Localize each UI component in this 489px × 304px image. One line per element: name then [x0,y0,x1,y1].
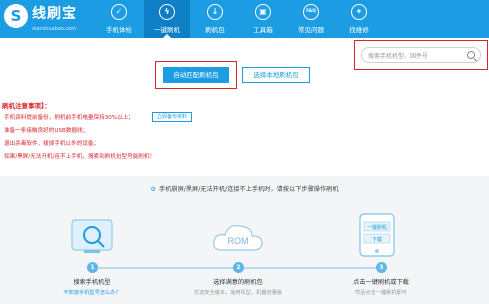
nav-item-flash-package[interactable]: ↓ 刷机包 [192,0,238,38]
rom-cloud-icon: ROM [213,225,263,251]
nav-item-label: 工具箱 [253,26,273,34]
nav-item-label: 手机体检 [106,26,132,34]
note-item: 手机资料提前备份，刷机前手机电量保持30%以上； [4,115,134,121]
search-icon[interactable] [467,51,475,59]
phone-check-icon: ✓ [111,4,127,20]
auto-match-highlight-box: 自动匹配刷机包 [155,61,237,89]
step-title: 选择满意的刷机包 [213,279,263,286]
auto-match-button[interactable]: 自动匹配刷机包 [163,67,229,83]
flash-guide-section: ⚙ 手机崩屏/黑屏/无法开机/连接不上手机时，请按以下步骤操作刷机 ROM 一键刷… [0,176,489,304]
step-number: 3 [376,262,387,273]
flash-label: 一键刷机 [367,224,387,231]
phone-search-icon [71,219,113,253]
note-item: 准备一条接触良好的USB数据线； [4,128,89,134]
nav-item-toolbox[interactable]: ▣ 工具箱 [240,0,286,38]
search-placeholder: 搜索手机机型、固件号 [368,53,429,60]
step-subtitle: 优选安全版本，适用机型，机器容量版 [193,290,283,296]
phone-flash-icon: 一键刷机 下载 [359,213,395,257]
lightning-icon: ϟ [159,4,175,20]
brand-domain: xianshuabao.com [32,26,77,32]
nav-item-label: 找维修 [349,26,369,34]
guide-title: 手机崩屏/黑屏/无法开机/连接不上手机时，请按以下步骤操作刷机 [159,186,339,193]
guide-title-row: ⚙ 手机崩屏/黑屏/无法开机/连接不上手机时，请按以下步骤操作刷机 [0,184,489,193]
note-item: 如果/黑屏/无法开机/连不上手机，搜索到刷机包型号能刷机！ [4,154,156,160]
logo-mark-icon: S [4,4,28,28]
step-number: 1 [87,262,98,273]
repair-icon: ✦ [351,4,367,20]
nav-item-label: 一键刷机 [154,26,180,34]
toolbox-icon: ▣ [255,4,271,20]
nav-item-label: 常见问题 [298,26,324,34]
package-icon: ↓ [207,4,223,20]
nav-item-repair[interactable]: ✦ 找维修 [336,0,382,38]
step-number: 2 [233,262,244,273]
model-help-link[interactable]: 不知道手机型号怎么办？ [37,289,147,296]
nav-item-faq[interactable]: FAQ 常见问题 [288,0,334,38]
gear-icon: ⚙ [150,186,157,193]
nav-item-label: 刷机包 [205,26,225,34]
step-title: 搜索手机机型 [73,279,111,286]
faq-icon: FAQ [303,4,319,20]
search-input[interactable]: 搜索手机机型、固件号 [361,47,481,63]
local-package-button[interactable]: 选择本地刷机包 [242,67,310,83]
top-nav-bar: S 线刷宝 xianshuabao.com ✓ 手机体检 ϟ 一键刷机 ↓ 刷机… [0,0,489,38]
brand-name: 线刷宝 [32,6,77,22]
nav-item-one-click-flash[interactable]: ϟ 一键刷机 [144,0,190,38]
backup-button[interactable]: 立即备份资料 [152,112,192,122]
download-label: 下载 [372,236,382,243]
step-subtitle: 然后点击一键刷机即可 [355,290,407,296]
nav-item-phone-check[interactable]: ✓ 手机体检 [96,0,142,38]
brand-logo[interactable]: S 线刷宝 xianshuabao.com [4,2,94,36]
note-item: 退出杀毒软件，拔掉手机以外的设备； [4,141,100,147]
notes-title: 刷机注意事项】： [2,102,51,110]
step-title: 点击一键刷机或下载 [353,279,409,286]
search-highlight-box: 搜索手机机型、固件号 [354,40,488,70]
rom-label: ROM [228,236,249,246]
